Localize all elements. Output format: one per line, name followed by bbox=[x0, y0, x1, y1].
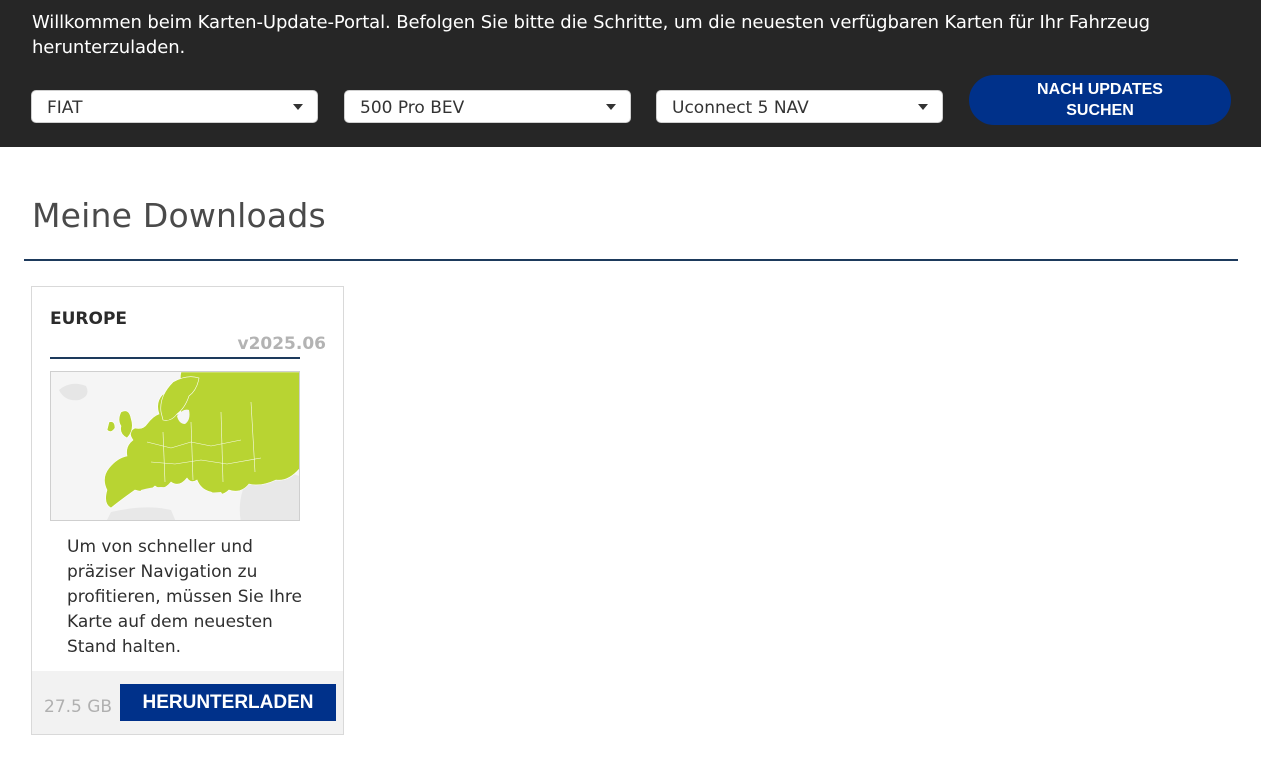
card-footer: 27.5 GB HERUNTERLADEN bbox=[32, 671, 343, 734]
caret-down-icon bbox=[918, 104, 928, 110]
system-select-value: Uconnect 5 NAV bbox=[672, 98, 809, 118]
page-title: Meine Downloads bbox=[32, 196, 326, 235]
title-divider bbox=[24, 259, 1238, 261]
search-updates-button[interactable]: NACH UPDATES SUCHEN bbox=[969, 75, 1231, 125]
search-button-label-line1: NACH UPDATES bbox=[1037, 81, 1163, 98]
download-card: EUROPE v2025.06 Um von schneller und prä… bbox=[31, 286, 344, 735]
caret-down-icon bbox=[606, 104, 616, 110]
system-select[interactable]: Uconnect 5 NAV bbox=[656, 90, 943, 123]
search-button-label-line2: SUCHEN bbox=[1066, 102, 1134, 119]
welcome-text: Willkommen beim Karten-Update-Portal. Be… bbox=[32, 12, 1151, 58]
model-select[interactable]: 500 Pro BEV bbox=[344, 90, 631, 123]
download-size: 27.5 GB bbox=[44, 697, 113, 717]
card-divider bbox=[50, 357, 300, 359]
header-bar: Willkommen beim Karten-Update-Portal. Be… bbox=[0, 0, 1261, 147]
europe-map-image bbox=[50, 371, 300, 521]
brand-select-value: FIAT bbox=[47, 98, 83, 118]
brand-select[interactable]: FIAT bbox=[31, 90, 318, 123]
download-button[interactable]: HERUNTERLADEN bbox=[120, 684, 336, 721]
caret-down-icon bbox=[293, 104, 303, 110]
card-version: v2025.06 bbox=[237, 334, 326, 354]
model-select-value: 500 Pro BEV bbox=[360, 98, 465, 118]
card-region-title: EUROPE bbox=[50, 309, 128, 329]
card-description: Um von schneller und präziser Navigation… bbox=[67, 537, 302, 657]
